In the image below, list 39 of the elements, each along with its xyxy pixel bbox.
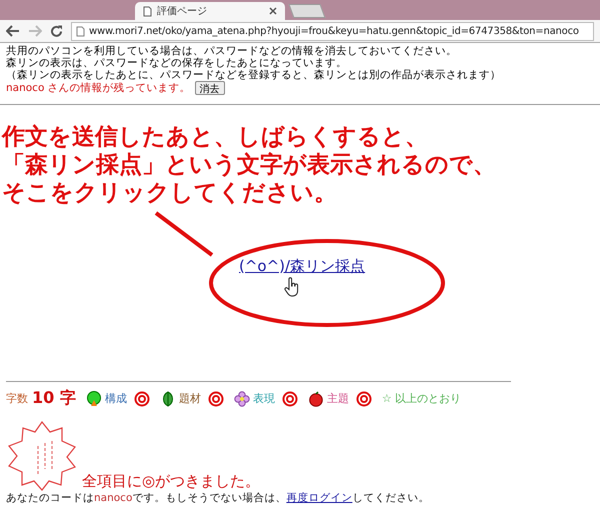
double-circle-icon <box>282 390 298 406</box>
annotation-text: 「森リン採点」という文字が表示されるので、 <box>2 151 497 179</box>
flower-icon <box>234 390 250 406</box>
page-icon <box>143 6 152 16</box>
double-circle-icon <box>134 390 150 406</box>
summary-text: ☆ 以上のとおり <box>382 391 462 406</box>
character-count: 10 字 <box>32 388 76 409</box>
clear-button[interactable]: 消去 <box>194 81 225 95</box>
new-tab-button[interactable] <box>288 4 326 18</box>
back-icon <box>6 25 20 37</box>
reload-icon <box>50 24 63 38</box>
notice-text: 森リンの表示は、パスワードなどの保存をしたあとになっています。 <box>6 57 348 69</box>
score-link[interactable]: (^o^)/森リン採点 <box>239 257 366 276</box>
forward-icon <box>28 25 42 37</box>
double-circle-icon <box>356 390 372 406</box>
category-label: 題材 <box>178 391 201 406</box>
tab-title: 評価ページ <box>157 4 208 18</box>
page-icon <box>76 26 85 36</box>
hand-cursor-icon <box>284 277 300 297</box>
category-label: 主題 <box>326 391 349 406</box>
notice-text: （森リンの表示をしたあとに、パスワードなどを登録すると、森リンとは別の作品が表示されます） <box>6 69 502 81</box>
relogin-link[interactable]: 再度ログイン <box>286 492 352 504</box>
url-text: www.mori7.net/oko/yama_atena.php?hyouji=frou&keyu=hatu.genn&topic_id=6747358&ton=nanoco <box>89 26 579 36</box>
apple-icon <box>308 390 324 406</box>
count-label: 字数 <box>6 391 28 406</box>
close-icon <box>269 7 277 15</box>
flower-stamp-drawing <box>6 419 78 491</box>
annotation-text: 作文を送信したあと、しばらくすると、 <box>2 123 429 151</box>
result-message: 全項目に◎がつきました。 <box>82 472 260 491</box>
annotation-text: そこをクリックしてください。 <box>2 179 338 207</box>
category-label: 構成 <box>104 391 127 406</box>
category-label: 表現 <box>252 391 275 406</box>
notice-text: 共用のパソコンを利用している場合は、パスワードなどの情報を消去しておいてください。 <box>6 45 458 57</box>
browser-tab[interactable]: 評価ページ <box>135 2 285 20</box>
tree-icon <box>86 390 102 406</box>
user-notice: nanoco さんの情報が残っています。 <box>6 81 191 95</box>
footer-note: あなたのコードは nanocoです。もしそうでない場合は、再度ログイン してください。 <box>6 491 430 505</box>
address-field[interactable]: www.mori7.net/oko/yama_atena.php?hyouji=frou&keyu=hatu.genn&topic_id=6747358&ton=nanoco <box>71 22 594 40</box>
double-circle-icon <box>208 390 224 406</box>
